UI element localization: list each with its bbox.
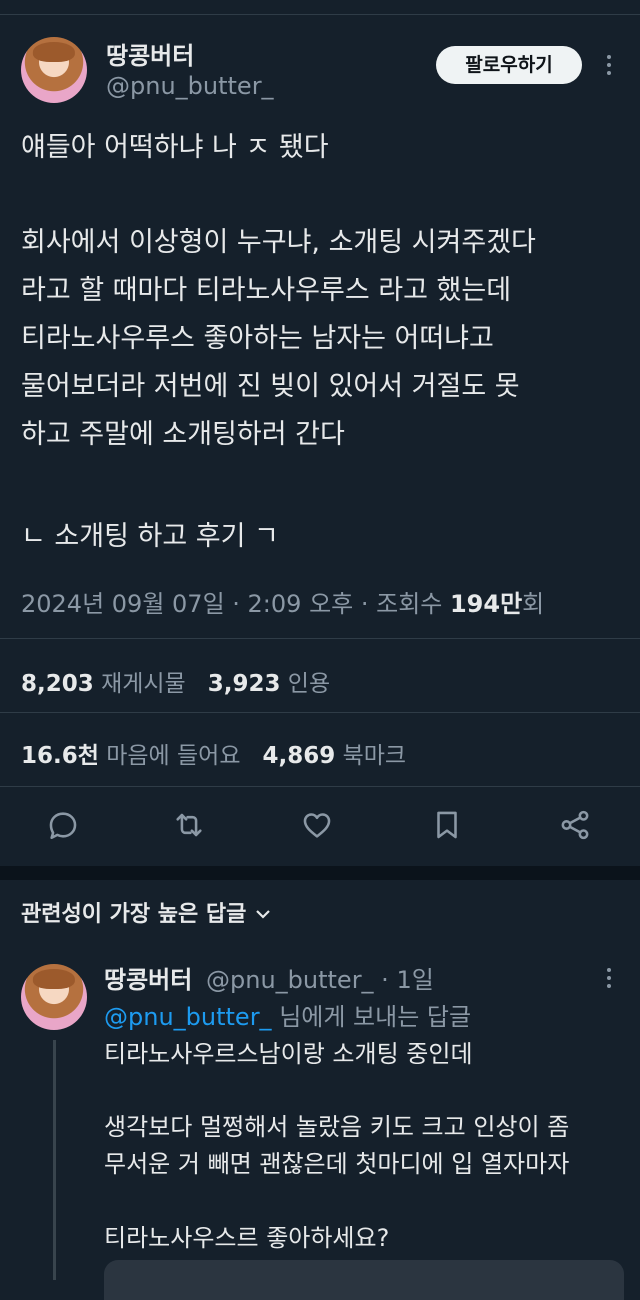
replying-to: @pnu_butter_ 님에게 보내는 답글 — [104, 997, 471, 1032]
reply-to-suffix: 님에게 보내는 답글 — [271, 1003, 472, 1031]
retweet-stat[interactable]: 8,203 재게시물 — [21, 671, 186, 697]
retweet-label: 재게시물 — [101, 671, 186, 697]
reply-paragraph-1: 티라노사우르스남이랑 소개팅 중인데 — [104, 1040, 473, 1068]
like-label: 마음에 들어요 — [106, 743, 241, 769]
view-suffix: 회 — [522, 590, 545, 618]
reply-more-options-icon[interactable] — [606, 968, 612, 992]
reply-paragraph-3: 티라노사우스르 좋아하세요? — [104, 1224, 390, 1252]
divider — [0, 638, 640, 639]
reply-author-name[interactable]: 땅콩버터 — [104, 960, 192, 995]
quote-stat[interactable]: 3,923 인용 — [208, 671, 330, 697]
section-separator — [0, 866, 640, 880]
author-name[interactable]: 땅콩버터 — [106, 36, 194, 71]
engagement-stats: 16.6천 마음에 들어요 4,869 북마크 — [21, 736, 406, 770]
bookmark-stat[interactable]: 4,869 북마크 — [263, 743, 407, 769]
tweet-actions — [0, 808, 640, 848]
divider — [0, 786, 640, 787]
retweet-count: 8,203 — [21, 671, 94, 697]
tweet-text: 얘들아 어떡하냐 나 ㅈ 됐다 회사에서 이상형이 누구냐, 소개팅 시켜주겠다… — [21, 124, 621, 552]
bookmark-count: 4,869 — [262, 743, 336, 769]
more-options-icon[interactable] — [606, 55, 612, 79]
retweet-icon[interactable] — [172, 808, 212, 848]
reply-media-preview[interactable] — [104, 1260, 624, 1300]
bookmark-icon[interactable] — [430, 808, 470, 848]
thread-connector — [53, 1040, 56, 1280]
reply-mention-link[interactable]: @pnu_butter_ — [104, 1003, 272, 1031]
tweet-paragraph-2: 회사에서 이상형이 누구냐, 소개팅 시켜주겠다 라고 할 때마다 티라노사우루… — [21, 227, 536, 450]
like-stat[interactable]: 16.6천 마음에 들어요 — [21, 743, 241, 769]
reply-sort-label: 관련성이 가장 높은 답글 — [21, 902, 247, 927]
share-stats: 8,203 재게시물 3,923 인용 — [21, 664, 330, 698]
tweet-datetime[interactable]: 2024년 09월 07일 · 2:09 오후 · 조회수 — [21, 590, 450, 618]
follow-button[interactable]: 팔로우하기 — [436, 46, 582, 84]
author-avatar[interactable] — [21, 37, 87, 103]
reply-icon[interactable] — [46, 808, 86, 848]
chevron-down-icon — [254, 902, 272, 927]
bookmark-label: 북마크 — [342, 743, 407, 769]
reply-handle-time[interactable]: @pnu_butter_ · 1일 — [206, 960, 434, 995]
share-icon[interactable] — [558, 808, 598, 848]
like-count: 16.6천 — [21, 743, 99, 769]
tweet-paragraph-3: ㄴ 소개팅 하고 후기 ㄱ — [21, 521, 279, 552]
quote-label: 인용 — [287, 671, 331, 697]
author-handle[interactable]: @pnu_butter_ — [106, 72, 274, 100]
divider — [0, 712, 640, 713]
reply-paragraph-2: 생각보다 멀쩡해서 놀랐음 키도 크고 인상이 좀 무서운 거 빼면 괜찮은데 … — [104, 1113, 570, 1178]
like-icon[interactable] — [300, 808, 340, 848]
tweet-meta: 2024년 09월 07일 · 2:09 오후 · 조회수 194만회 — [21, 584, 544, 619]
quote-count: 3,923 — [207, 671, 281, 697]
reply-avatar[interactable] — [21, 964, 87, 1030]
top-divider — [0, 14, 640, 15]
reply-sort-selector[interactable]: 관련성이 가장 높은 답글 — [21, 896, 272, 928]
tweet-paragraph-1: 얘들아 어떡하냐 나 ㅈ 됐다 — [21, 132, 329, 163]
view-count: 194만 — [449, 590, 523, 618]
